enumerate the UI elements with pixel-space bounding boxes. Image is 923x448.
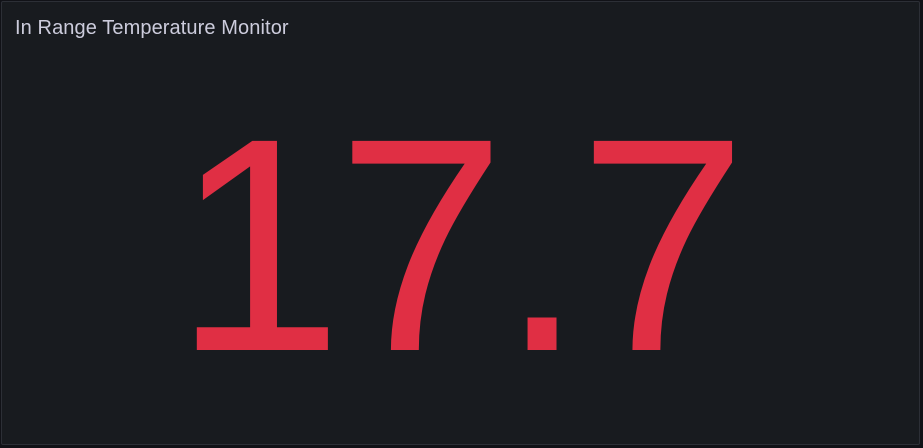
- stat-value: 17.7: [173, 76, 748, 415]
- panel-title: In Range Temperature Monitor: [15, 17, 289, 39]
- stat-panel: In Range Temperature Monitor 17.7: [1, 1, 920, 445]
- panel-header[interactable]: In Range Temperature Monitor: [2, 2, 919, 56]
- stat-area: 17.7: [2, 56, 919, 444]
